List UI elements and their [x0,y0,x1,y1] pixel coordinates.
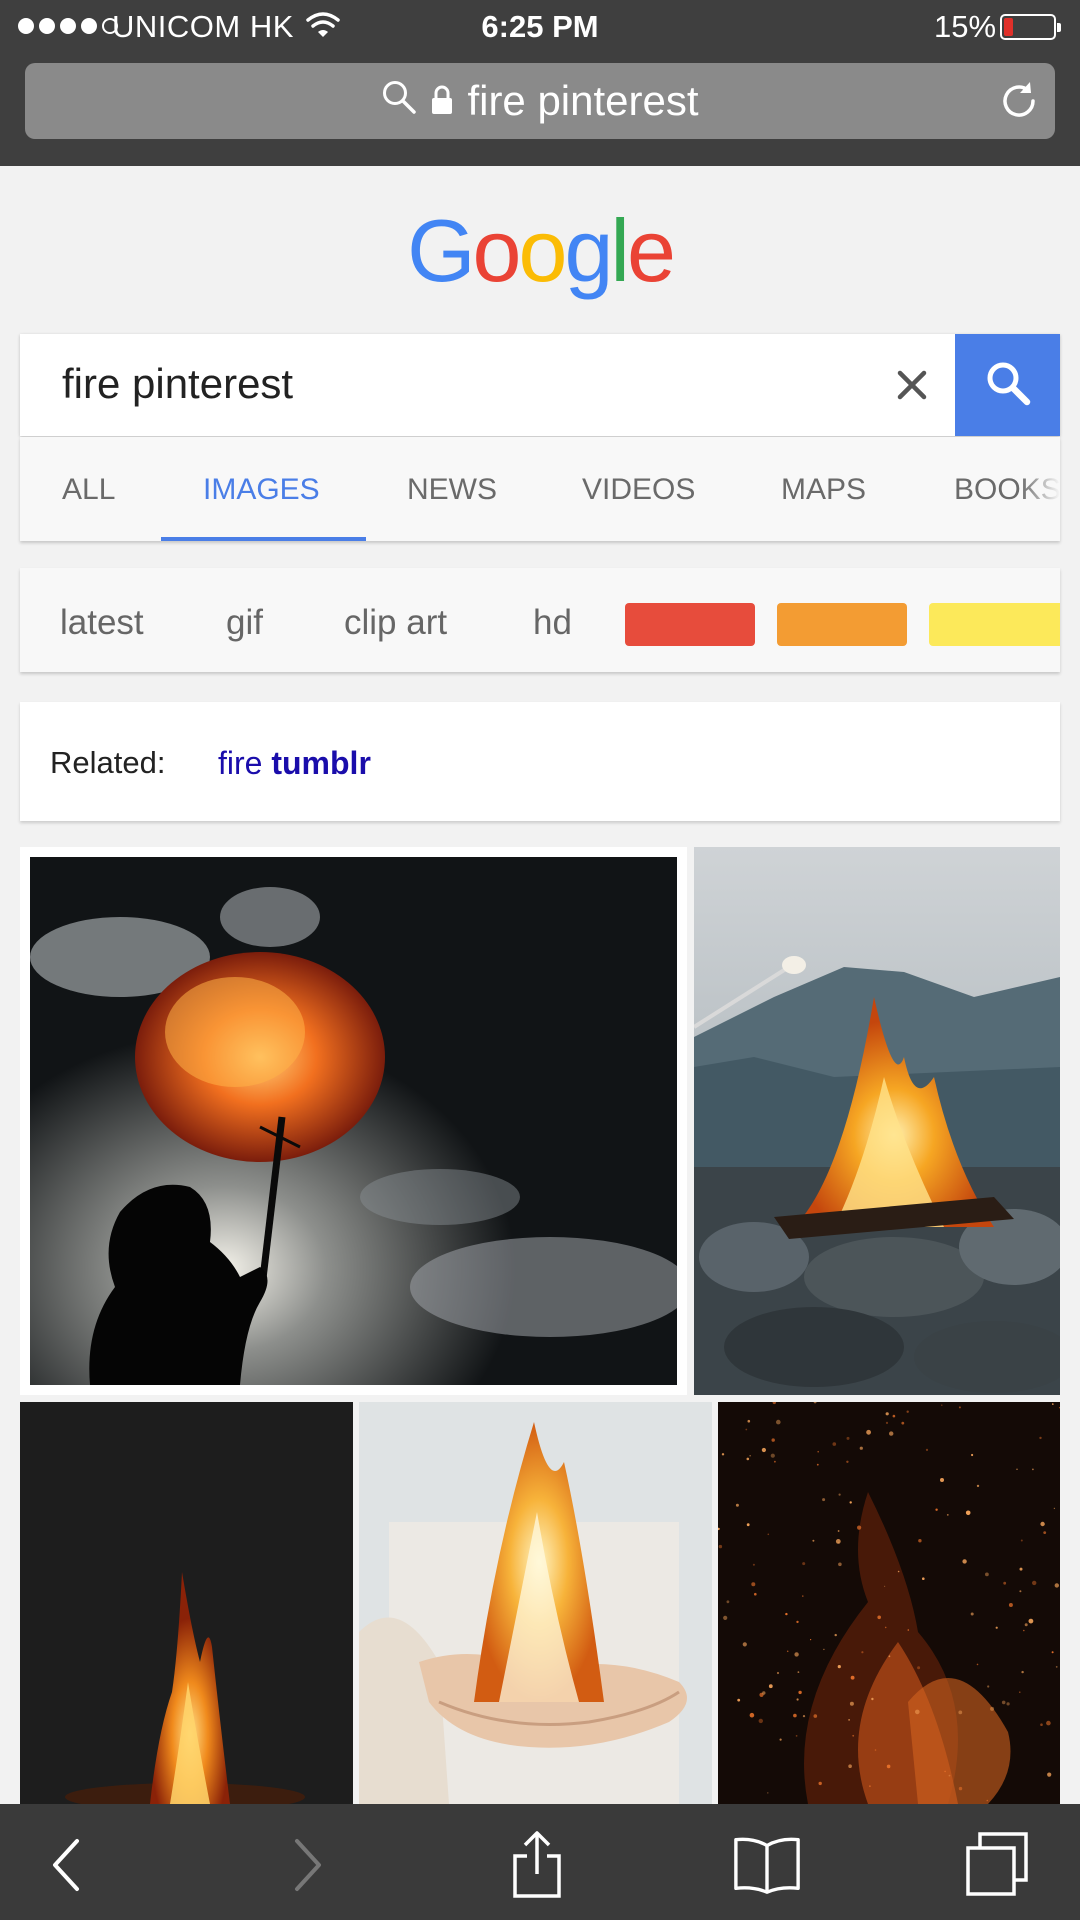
bookmarks-icon[interactable] [732,1830,802,1900]
related-searches: Related: fire tumblr [20,702,1060,821]
reload-icon[interactable] [997,79,1041,128]
image-result-bonfire-night[interactable] [20,1402,353,1804]
search-box: fire pinterest [20,334,1060,436]
logo-letter: g [564,201,613,300]
logo-letter: o [472,201,522,300]
lock-icon [431,77,453,125]
share-icon[interactable] [502,1830,572,1900]
search-icon [983,358,1033,413]
refinement-chips: latest gif clip art hd [20,568,1060,672]
tab-maps[interactable]: MAPS [781,473,866,507]
tab-images[interactable]: IMAGES [203,473,320,507]
address-bar[interactable]: fire pinterest [25,63,1055,139]
forward-icon[interactable] [272,1830,342,1900]
tab-all[interactable]: ALL [62,473,115,507]
status-bar: UNICOM HK 6:25 PM 15% [0,0,1080,56]
browser-toolbar [0,1804,1080,1920]
active-tab-indicator [161,537,366,541]
google-logo: Google [0,200,1080,302]
logo-letter: G [407,201,475,300]
color-chip-red[interactable] [625,603,755,646]
browser-top-bar: UNICOM HK 6:25 PM 15% fire pinterest [0,0,1080,166]
related-link-fire-tumblr[interactable]: fire tumblr [218,745,371,782]
chip-latest[interactable]: latest [60,603,144,643]
image-result-fire-breather[interactable] [20,847,687,1395]
image-result-sparks[interactable] [718,1402,1060,1804]
chip-clip-art[interactable]: clip art [344,603,447,643]
chip-gif[interactable]: gif [226,603,263,643]
related-label: Related: [50,745,166,780]
clear-icon[interactable] [888,361,936,409]
address-bar-text: fire pinterest [467,77,699,124]
tab-videos[interactable]: VIDEOS [582,473,695,507]
logo-letter: e [626,201,676,300]
tab-news[interactable]: NEWS [407,473,497,507]
color-chip-orange[interactable] [777,603,907,646]
image-result-flame-in-hands[interactable] [359,1402,712,1804]
search-icon [381,77,417,125]
battery-percentage: 15% [934,9,997,44]
clock: 6:25 PM [481,9,599,44]
search-button[interactable] [955,334,1060,436]
search-tabs: ALL IMAGES NEWS VIDEOS MAPS BOOKS [20,437,1060,541]
chip-hd[interactable]: hd [533,603,572,643]
battery-icon [1000,14,1061,40]
tabs-icon[interactable] [962,1830,1032,1900]
logo-letter: l [610,201,629,300]
back-icon[interactable] [32,1830,102,1900]
color-chip-yellow[interactable] [929,603,1060,646]
image-result-campfire[interactable] [694,847,1060,1395]
search-input[interactable]: fire pinterest [62,360,293,408]
logo-letter: o [518,201,567,300]
